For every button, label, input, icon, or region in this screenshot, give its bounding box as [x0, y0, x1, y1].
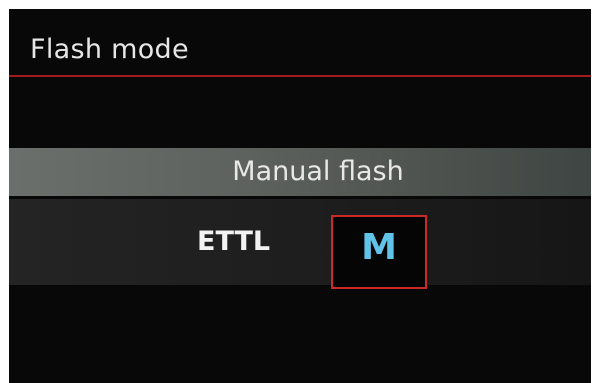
current-value-label: Manual flash: [232, 156, 404, 187]
flash-mode-options: ETTL M: [9, 199, 591, 289]
option-manual-selected[interactable]: M: [331, 215, 427, 289]
camera-menu-screen: Flash mode Manual flash ETTL M: [9, 9, 591, 383]
option-ettl[interactable]: ETTL: [197, 222, 287, 262]
current-value-bar: Manual flash: [9, 148, 591, 196]
menu-header: Flash mode: [9, 9, 591, 77]
header-divider: [9, 75, 591, 77]
option-manual-label: M: [361, 227, 397, 268]
page-title: Flash mode: [30, 34, 189, 65]
